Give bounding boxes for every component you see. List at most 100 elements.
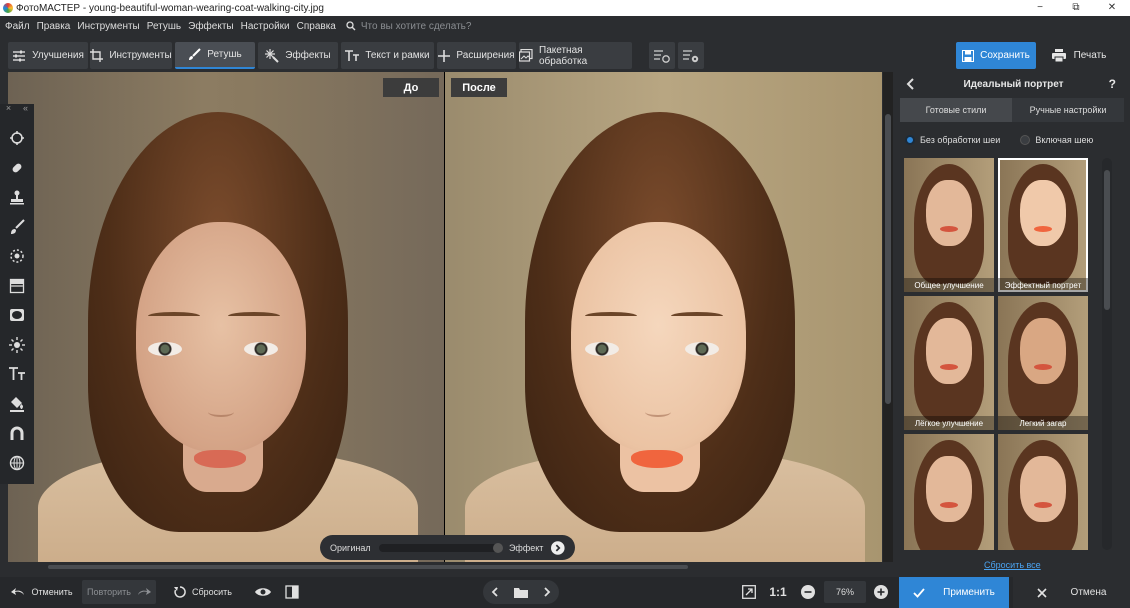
undo-button[interactable]: Отменить — [8, 580, 76, 604]
tab-effects[interactable]: Эффекты — [258, 42, 338, 69]
vignette-icon — [10, 309, 24, 321]
style-label: Легкий загар — [998, 416, 1088, 430]
radio-with-neck[interactable]: Включая шею — [1020, 135, 1093, 145]
vignette-tool[interactable] — [7, 305, 27, 325]
restore-button[interactable]: ⧉ — [1058, 0, 1094, 16]
tab-batch[interactable]: Пакетная обработка — [519, 42, 632, 69]
thumb-lips — [940, 364, 958, 370]
menu-help[interactable]: Справка — [297, 21, 336, 32]
thumb-lips — [940, 502, 958, 508]
brush-icon — [11, 219, 25, 234]
history-button[interactable] — [649, 42, 675, 69]
gradient-tool[interactable] — [7, 276, 27, 296]
stamp-tool[interactable] — [7, 187, 27, 207]
zoom-level[interactable]: 76% — [824, 581, 866, 603]
menu-bar: Файл Правка Инструменты Ретушь Эффекты Н… — [0, 16, 1130, 36]
minimize-button[interactable]: − — [1022, 0, 1058, 16]
menu-retouch[interactable]: Ретушь — [147, 21, 181, 32]
tab-tools[interactable]: Инструменты — [90, 42, 172, 69]
right-eye — [244, 342, 278, 356]
gradient-icon — [9, 278, 25, 294]
zoom-in-button[interactable] — [871, 580, 891, 604]
slider-knob[interactable] — [492, 542, 503, 553]
cancel-label: Отмена — [1070, 587, 1107, 598]
brush-tool[interactable] — [7, 217, 27, 237]
close-window-button[interactable]: ✕ — [1094, 0, 1130, 16]
reset-all-link[interactable]: Сбросить все — [984, 560, 1041, 570]
close-icon — [1036, 587, 1047, 598]
close-panel-icon[interactable]: × — [6, 103, 11, 115]
tab-retouch[interactable]: Ретушь — [175, 42, 255, 69]
menu-file[interactable]: Файл — [5, 21, 30, 32]
tab-extensions[interactable]: Расширения — [437, 42, 516, 69]
style-label: Эффектный портрет — [998, 278, 1088, 292]
patch-icon — [12, 163, 22, 173]
save-button[interactable]: Сохранить — [956, 42, 1036, 69]
search-placeholder: Что вы хотите сделать? — [360, 20, 472, 32]
tab-label: Улучшения — [32, 50, 84, 61]
style-general-enhancement[interactable]: Общее улучшение — [904, 158, 994, 292]
tab-label: Ретушь — [207, 49, 242, 60]
presets-button[interactable] — [678, 42, 704, 69]
next-image-icon[interactable] — [543, 587, 551, 597]
after-photo: После — [445, 72, 882, 562]
globe-tool[interactable] — [7, 453, 27, 473]
fit-to-screen-button[interactable] — [738, 580, 760, 604]
scrollbar-thumb[interactable] — [885, 114, 891, 404]
radio-without-neck[interactable]: Без обработки шеи — [905, 135, 1000, 145]
magnet-tool[interactable] — [7, 423, 27, 443]
heal-tool[interactable] — [7, 128, 27, 148]
save-icon — [962, 49, 975, 62]
previous-image-icon[interactable] — [491, 587, 499, 597]
cancel-button[interactable]: Отмена — [1013, 577, 1130, 608]
style-light-tan[interactable]: Легкий загар — [998, 296, 1088, 430]
menu-effects[interactable]: Эффекты — [188, 21, 233, 32]
help-icon[interactable]: ? — [1109, 77, 1116, 91]
text-tool[interactable] — [7, 364, 27, 384]
effect-strength-slider[interactable]: Оригинал Эффект — [320, 535, 575, 560]
radio-dot — [1020, 135, 1031, 145]
printer-icon — [1051, 49, 1066, 62]
radial-tool[interactable] — [7, 246, 27, 266]
scrollbar-thumb[interactable] — [48, 565, 688, 569]
styles-scrollbar[interactable] — [1102, 158, 1112, 550]
preview-toggle-button[interactable] — [250, 580, 276, 604]
back-arrow-icon[interactable] — [905, 78, 915, 90]
redo-button[interactable]: Повторить — [82, 580, 156, 604]
print-button[interactable]: Печать — [1046, 42, 1112, 69]
menu-settings[interactable]: Настройки — [241, 21, 290, 32]
compare-mode-button[interactable] — [280, 580, 304, 604]
style-effective-portrait[interactable]: Эффектный портрет — [998, 158, 1088, 292]
apply-button[interactable]: Применить — [899, 577, 1009, 608]
tab-label: Текст и рамки — [365, 50, 430, 61]
arrow-right-circle-icon[interactable] — [551, 540, 565, 555]
window-title: ФотоМАСТЕР - young-beautiful-woman-weari… — [16, 2, 324, 14]
style-thumbnail[interactable] — [904, 434, 994, 550]
canvas-horizontal-scrollbar[interactable] — [8, 563, 882, 571]
slider-original-label: Оригинал — [330, 542, 371, 553]
zoom-out-button[interactable] — [798, 580, 818, 604]
style-light-enhancement[interactable]: Лёгкое улучшение — [904, 296, 994, 430]
scrollbar-thumb[interactable] — [1104, 170, 1110, 310]
menu-search[interactable]: Что вы хотите сделать? — [346, 20, 472, 32]
main-toolbar: Улучшения Инструменты Ретушь Эффекты Тек… — [0, 37, 1130, 74]
style-thumbnail[interactable] — [998, 434, 1088, 550]
reset-icon — [173, 586, 186, 598]
light-tool[interactable] — [7, 335, 27, 355]
collapse-panel-icon[interactable]: « — [23, 103, 28, 115]
tab-text-frames[interactable]: Текст и рамки — [341, 42, 434, 69]
menu-tools[interactable]: Инструменты — [77, 21, 139, 32]
tab-ready-styles[interactable]: Готовые стили — [900, 98, 1012, 122]
tab-manual-settings[interactable]: Ручные настройки — [1012, 98, 1124, 122]
canvas-vertical-scrollbar[interactable] — [883, 72, 893, 562]
compare-canvas[interactable]: До После — [8, 72, 882, 562]
slider-track[interactable] — [378, 542, 503, 553]
patch-tool[interactable] — [7, 158, 27, 178]
menu-edit[interactable]: Правка — [37, 21, 71, 32]
tab-enhancements[interactable]: Улучшения — [8, 42, 88, 69]
eye-icon — [255, 588, 271, 596]
actual-size-button[interactable]: 1:1 — [766, 580, 790, 604]
fill-tool[interactable] — [7, 394, 27, 414]
folder-icon[interactable] — [513, 587, 528, 598]
reset-button[interactable]: Сбросить — [170, 580, 236, 604]
